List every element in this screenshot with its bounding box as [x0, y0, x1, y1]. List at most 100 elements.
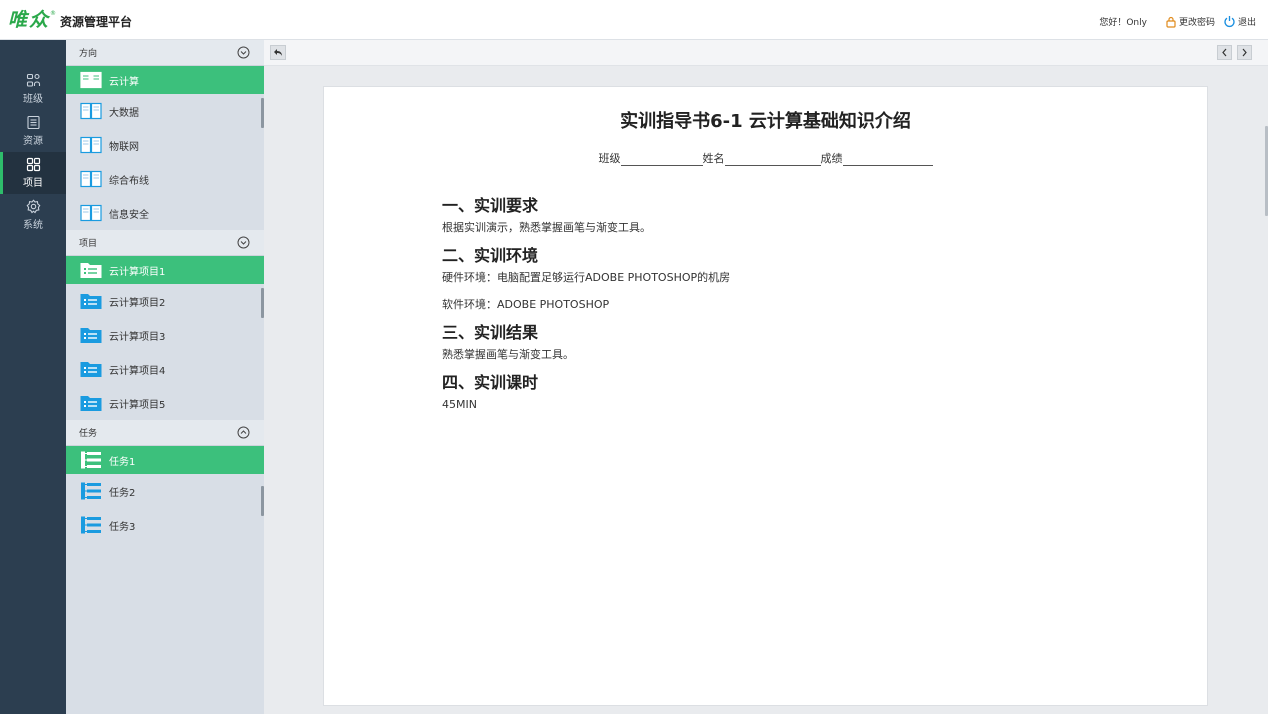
change-password-label: 更改密码 [1178, 18, 1215, 28]
direction-item-label: 综合布线 [109, 175, 149, 187]
student-fields: 班级 姓名 成绩 [324, 150, 1207, 166]
field-score-label: 成绩 [820, 152, 843, 165]
task-item-label: 任务2 [109, 487, 136, 499]
field-name-blank[interactable] [724, 153, 821, 166]
nav-item-project[interactable]: 项目 [0, 152, 66, 194]
task-item[interactable]: 任务1 [66, 446, 264, 474]
task-tree-icon [81, 451, 101, 469]
nav-item-label: 项目 [23, 178, 43, 189]
chevron-right-icon [1242, 48, 1247, 57]
project-item-label: 云计算项目1 [109, 266, 166, 278]
book-icon [80, 71, 102, 89]
nav-item-class[interactable]: 班级 [0, 68, 66, 110]
direction-item[interactable]: 信息安全 [66, 196, 264, 230]
book-icon [80, 102, 102, 120]
item-icon-wrap [80, 360, 102, 378]
icon-nav: 班级 资源 项目 系统 [0, 40, 66, 714]
power-icon [1224, 16, 1235, 28]
section-title: 任务 [79, 429, 98, 439]
section-paragraph: 硬件环境：电脑配置足够运行ADOBE PHOTOSHOP的机房 [442, 271, 731, 284]
nav-item-label: 班级 [23, 94, 43, 105]
project-item-label: 云计算项目3 [109, 331, 166, 343]
prev-button[interactable] [1217, 45, 1232, 60]
chevron-down-circle-icon[interactable] [237, 46, 250, 59]
folder-list-icon [80, 328, 102, 343]
section-title: 项目 [79, 239, 98, 249]
project-list: 云计算项目1 云计算项目2 云计算项目3 云计算项目4 云计算项目5 [66, 256, 264, 420]
nav-item-system[interactable]: 系统 [0, 194, 66, 236]
task-item[interactable]: 任务3 [66, 508, 264, 542]
item-icon-wrap [80, 451, 102, 469]
item-icon-wrap [80, 261, 102, 279]
resource-icon [26, 115, 40, 130]
nav-item-label: 系统 [23, 220, 43, 231]
gear-icon [26, 199, 40, 214]
section-heading: 三、实训结果 [442, 323, 539, 342]
section-header-task[interactable]: 任务 [66, 420, 264, 446]
section-header-project[interactable]: 项目 [66, 230, 264, 256]
direction-scrollbar[interactable] [261, 98, 264, 128]
logo: 唯众 ® 资源管理平台 [8, 9, 132, 31]
project-icon [26, 157, 40, 172]
task-item-label: 任务1 [109, 456, 136, 468]
chevron-down-circle-icon[interactable] [237, 236, 250, 249]
logo-reg-mark: ® [50, 10, 57, 17]
folder-list-icon [80, 294, 102, 309]
secondary-sidebar: 方向 云计算 大数据 物联网 综合布线 信息安全 项目 云计算项目1 云计算项目2 云计算项… [66, 40, 264, 714]
field-name-label: 姓名 [702, 152, 725, 165]
direction-item-label: 云计算 [109, 76, 139, 88]
section-heading: 四、实训课时 [442, 373, 539, 392]
task-item-label: 任务3 [109, 521, 136, 533]
next-button[interactable] [1237, 45, 1252, 60]
document-page: 实训指导书6-1 云计算基础知识介绍 班级 姓名 成绩 一、实训要求 根据实训演示… [323, 86, 1208, 706]
item-icon-wrap [80, 204, 102, 222]
section-header-direction[interactable]: 方向 [66, 40, 264, 66]
task-list: 任务1 任务2 任务3 [66, 446, 264, 542]
nav-item-resource[interactable]: 资源 [0, 110, 66, 152]
direction-item-label: 物联网 [109, 141, 139, 153]
section-paragraph: 熟悉掌握画笔与渐变工具。 [442, 348, 574, 361]
document-body: 一、实训要求 根据实训演示，熟悉掌握画笔与渐变工具。 二、实训环境 硬件环境：电脑配置… [442, 195, 1142, 422]
project-item-label: 云计算项目5 [109, 399, 166, 411]
project-item[interactable]: 云计算项目5 [66, 386, 264, 420]
user-greeting: 您好！Only [1099, 18, 1147, 28]
task-tree-icon [81, 482, 101, 500]
field-class: 班级 [599, 150, 703, 166]
task-tree-icon [81, 516, 101, 534]
item-icon-wrap [80, 102, 102, 120]
document-title: 实训指导书6-1 云计算基础知识介绍 [620, 111, 911, 132]
direction-item[interactable]: 云计算 [66, 66, 264, 94]
project-item[interactable]: 云计算项目4 [66, 352, 264, 386]
back-button[interactable] [270, 45, 286, 60]
chevron-up-circle-icon[interactable] [237, 426, 250, 439]
change-password-link[interactable]: 更改密码 [1165, 15, 1215, 28]
field-score-blank[interactable] [842, 153, 933, 166]
nav-item-label: 资源 [23, 136, 43, 147]
section-paragraph: 软件环境：ADOBE PHOTOSHOP [442, 298, 610, 311]
project-item[interactable]: 云计算项目3 [66, 318, 264, 352]
book-icon [80, 204, 102, 222]
book-icon [80, 170, 102, 188]
item-icon-wrap [80, 170, 102, 188]
task-scrollbar[interactable] [261, 486, 264, 516]
item-icon-wrap [80, 292, 102, 310]
direction-item-label: 大数据 [109, 107, 139, 119]
project-scrollbar[interactable] [261, 288, 264, 318]
task-item[interactable]: 任务2 [66, 474, 264, 508]
project-item[interactable]: 云计算项目2 [66, 284, 264, 318]
user-area: 您好！Only 更改密码 退出 [1099, 15, 1256, 28]
lock-icon [1166, 16, 1176, 28]
item-icon-wrap [80, 482, 102, 500]
field-class-blank[interactable] [620, 153, 703, 166]
item-icon-wrap [80, 326, 102, 344]
class-icon [26, 73, 40, 87]
logout-link[interactable]: 退出 [1223, 15, 1256, 28]
direction-item[interactable]: 综合布线 [66, 162, 264, 196]
item-icon-wrap [80, 136, 102, 154]
direction-item[interactable]: 大数据 [66, 94, 264, 128]
content-toolbar [264, 40, 1268, 66]
direction-list: 云计算大数据物联网综合布线信息安全 [66, 66, 264, 230]
direction-item[interactable]: 物联网 [66, 128, 264, 162]
project-item[interactable]: 云计算项目1 [66, 256, 264, 284]
section-heading: 二、实训环境 [442, 246, 539, 265]
